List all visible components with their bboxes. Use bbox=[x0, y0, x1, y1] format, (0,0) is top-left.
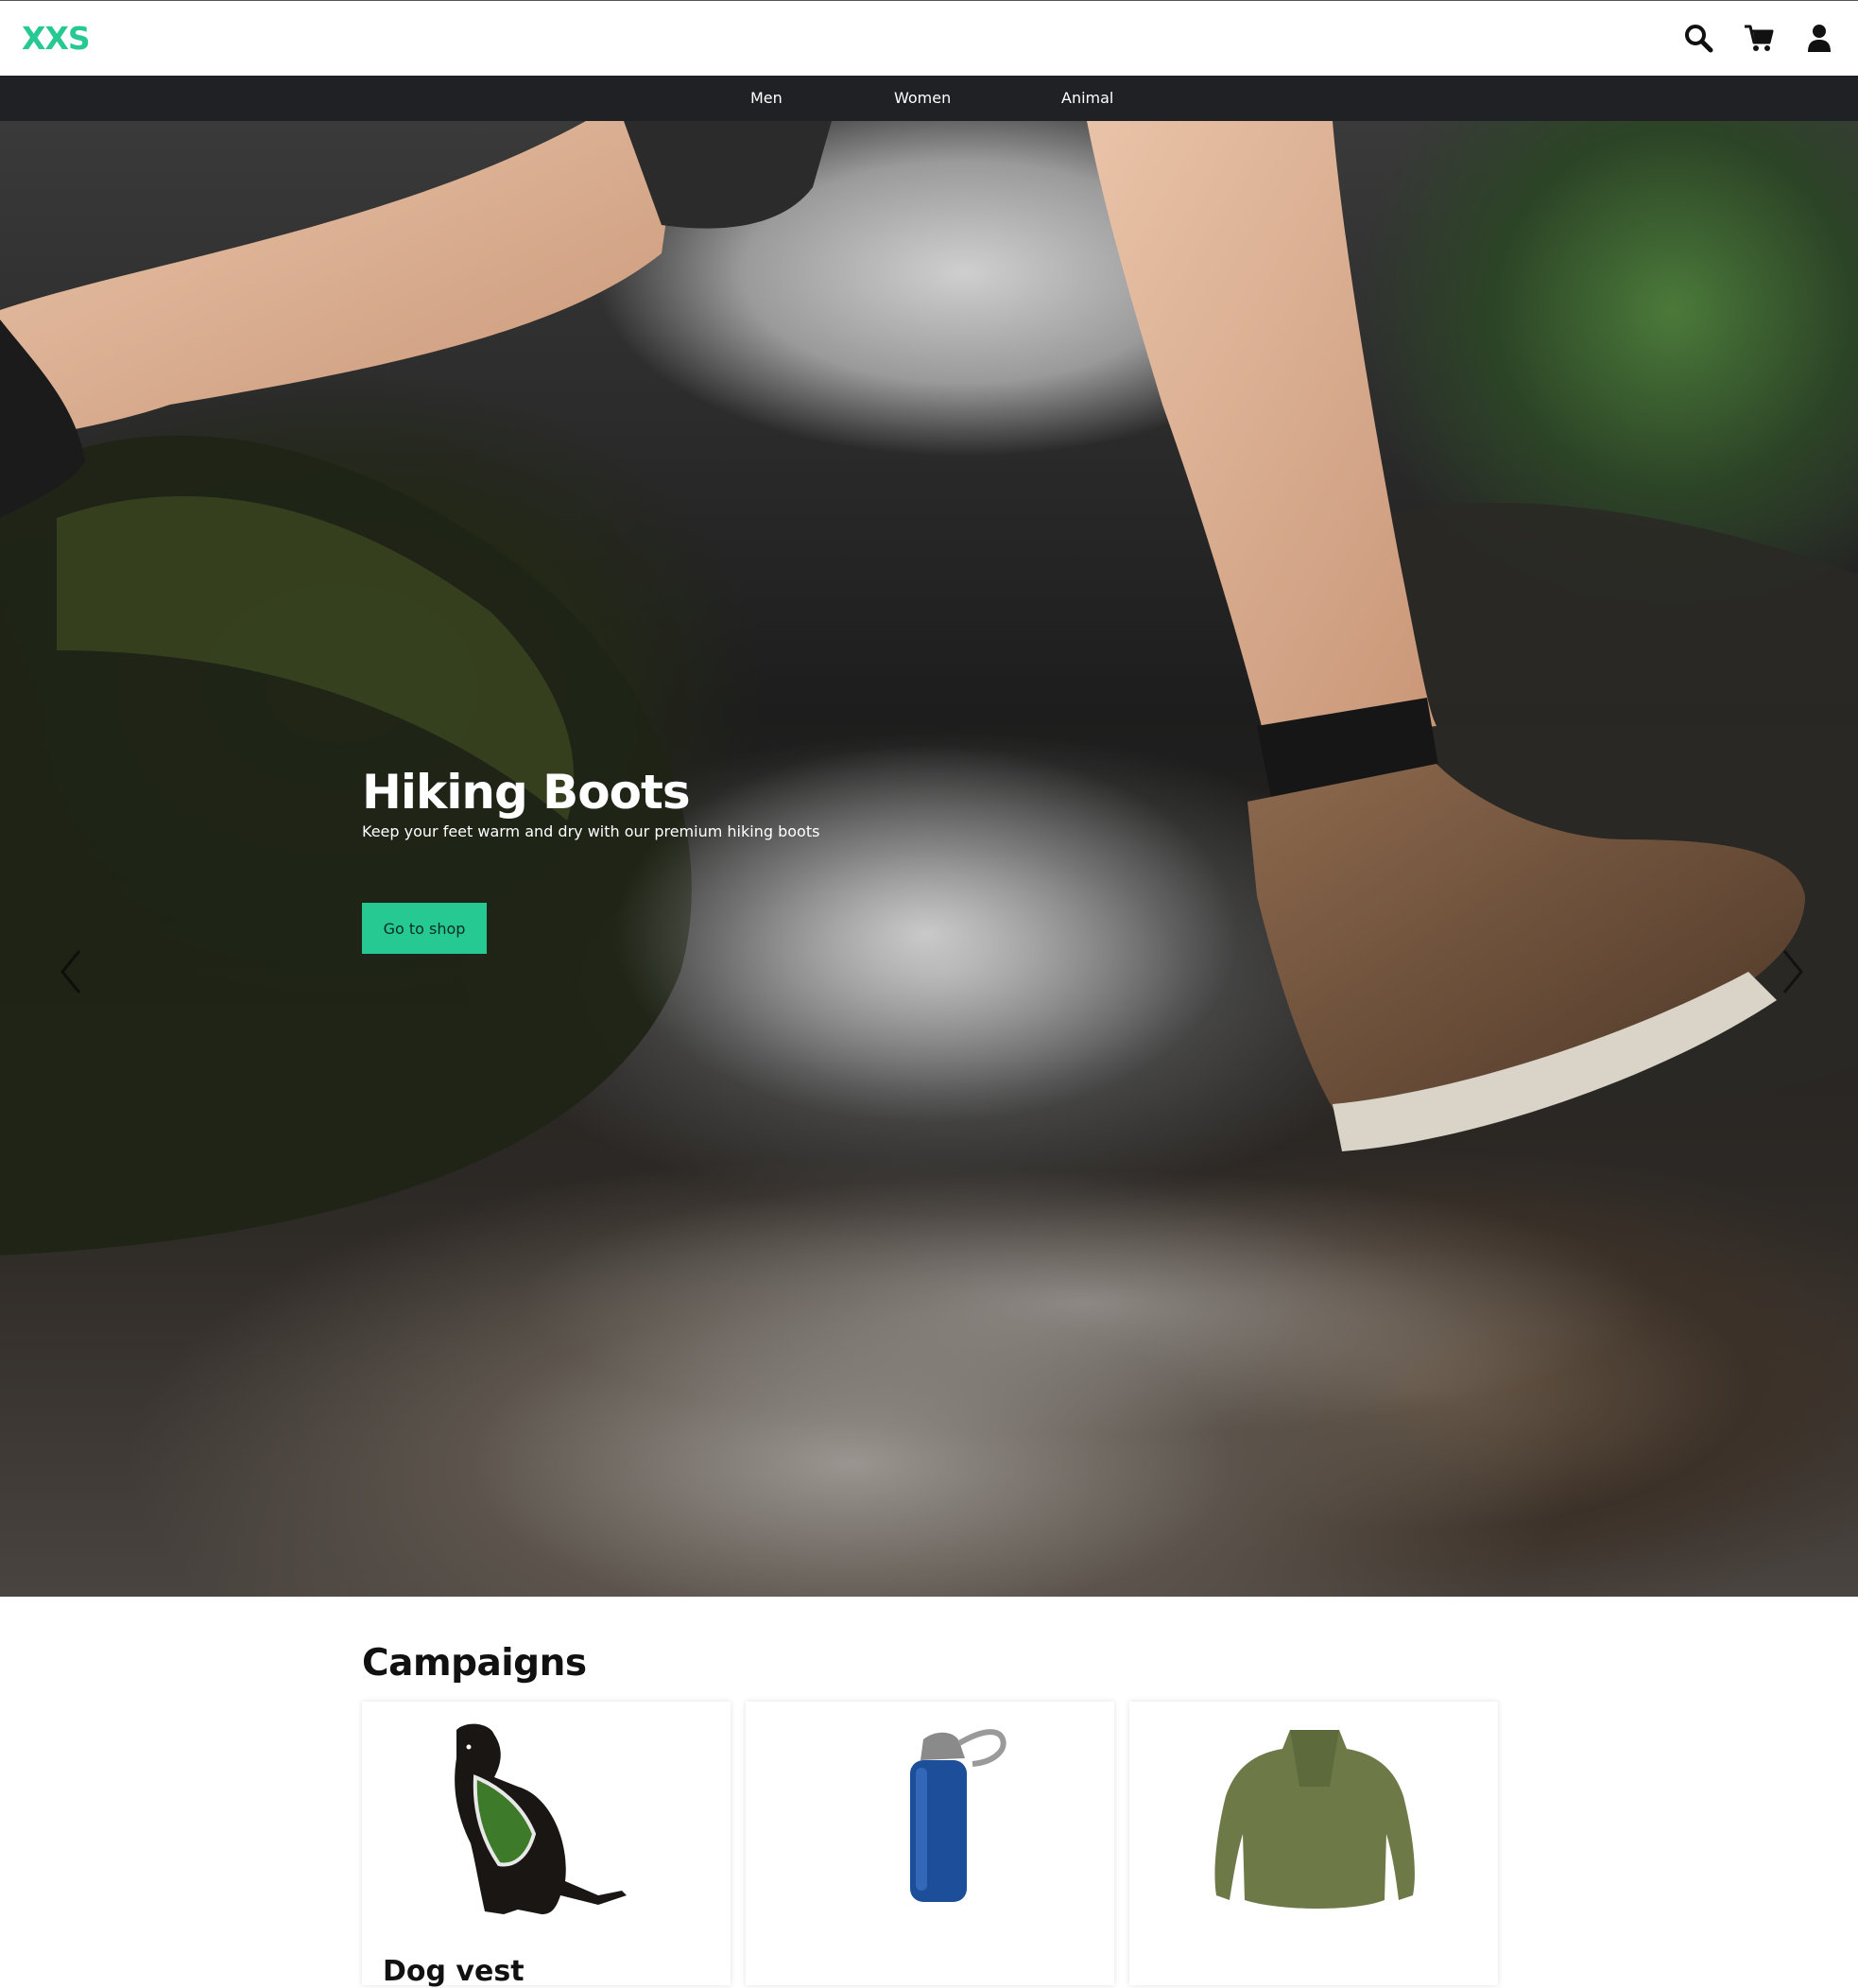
nav-item-men[interactable]: Men bbox=[750, 89, 783, 107]
main-navbar: Men Women Animal bbox=[0, 76, 1858, 121]
campaign-card[interactable] bbox=[746, 1702, 1114, 1985]
campaign-card[interactable]: Dog vest bbox=[362, 1702, 731, 1988]
campaign-card-title: Dog vest bbox=[383, 1955, 525, 1988]
hero-carousel: Hiking Boots Keep your feet warm and dry… bbox=[0, 121, 1858, 1597]
fleece-jacket-image bbox=[1214, 1730, 1415, 1909]
water-bottle-image bbox=[910, 1729, 1006, 1902]
hero-background-image bbox=[0, 121, 1858, 1435]
top-header: XXS bbox=[0, 0, 1858, 76]
carousel-prev-icon[interactable] bbox=[55, 943, 89, 1000]
cart-icon[interactable] bbox=[1743, 22, 1775, 54]
dog-vest-image bbox=[455, 1723, 627, 1914]
user-icon[interactable] bbox=[1803, 22, 1835, 54]
campaign-card[interactable] bbox=[1129, 1702, 1498, 1985]
nav-item-animal[interactable]: Animal bbox=[1061, 89, 1113, 107]
header-icons bbox=[1682, 22, 1835, 54]
go-to-shop-button[interactable]: Go to shop bbox=[362, 903, 487, 954]
site-logo[interactable]: XXS bbox=[22, 20, 91, 57]
search-icon[interactable] bbox=[1682, 22, 1714, 54]
hero-title: Hiking Boots bbox=[362, 765, 691, 820]
campaigns-heading: Campaigns bbox=[362, 1642, 587, 1685]
nav-item-women[interactable]: Women bbox=[894, 89, 951, 107]
carousel-next-icon[interactable] bbox=[1775, 943, 1809, 1000]
hero-subtitle: Keep your feet warm and dry with our pre… bbox=[362, 822, 820, 840]
